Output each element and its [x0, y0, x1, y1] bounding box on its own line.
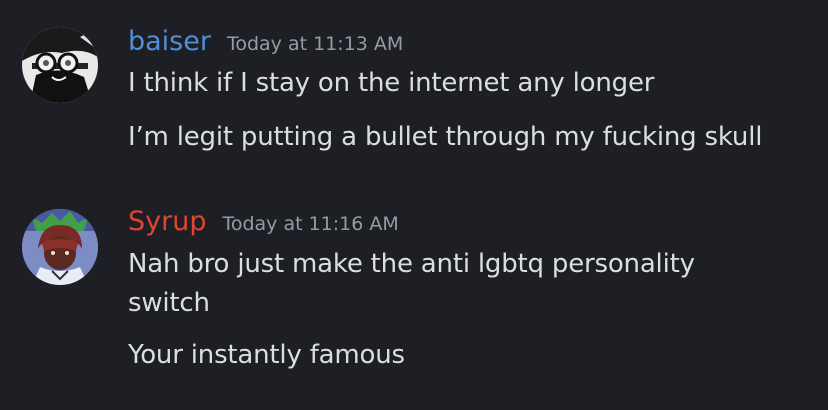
username[interactable]: Syrup: [128, 206, 206, 237]
avatar[interactable]: [22, 209, 98, 285]
message-text: I’m legit putting a bullet through my fu…: [128, 122, 763, 152]
message-text: Nah bro just make the anti lgbtq persona…: [128, 249, 695, 279]
message-header: Syrup Today at 11:16 AM: [128, 206, 399, 237]
username[interactable]: baiser: [128, 26, 211, 57]
chat-messages: baiser Today at 11:13 AM I think if I st…: [0, 0, 828, 410]
bw-character-goggles-avatar-icon: [22, 27, 98, 103]
message-text: switch: [128, 288, 210, 318]
message-text: I think if I stay on the internet any lo…: [128, 68, 655, 98]
red-haired-character-avatar-icon: [22, 209, 98, 285]
timestamp: Today at 11:16 AM: [222, 213, 399, 235]
message-header: baiser Today at 11:13 AM: [128, 26, 403, 57]
message-text: Your instantly famous: [128, 340, 405, 370]
avatar[interactable]: [22, 27, 98, 103]
timestamp: Today at 11:13 AM: [226, 33, 404, 55]
